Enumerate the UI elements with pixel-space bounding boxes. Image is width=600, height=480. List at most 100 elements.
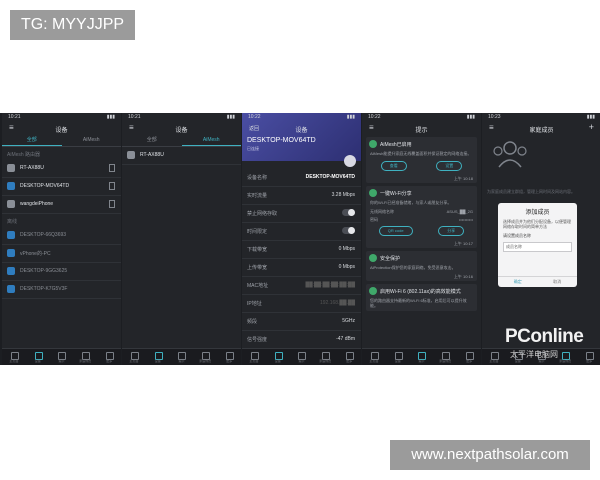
cancel-button[interactable]: 取消 <box>538 277 578 287</box>
card-text: 你的Wi-Fi已经准备就绪，与家人或朋友分享。 <box>370 200 452 205</box>
card-title: 一键Wi-Fi分享 <box>380 190 412 197</box>
add-member-dialog: 添加成员 选择成员并为他们分配设备，以便管理网络存取时间的简单方法 请设置成员名… <box>498 203 577 287</box>
wifi-share-icon <box>369 189 377 197</box>
phone-icon <box>109 182 115 190</box>
card-time: 上午 10:17 <box>453 241 473 246</box>
schedule-toggle[interactable] <box>342 227 355 234</box>
nav-label: 更多 <box>586 359 593 363</box>
computer-icon <box>7 182 15 190</box>
nav-home[interactable]: 主页面 <box>482 349 506 365</box>
nav-more[interactable]: 更多 <box>577 349 600 365</box>
tab-aimesh[interactable]: AiMesh <box>181 134 241 146</box>
header: 返回 设备 <box>242 122 361 134</box>
nav-label: 家庭成员 <box>439 359 452 363</box>
dialog-desc: 选择成员并为他们分配设备，以便管理网络存取时间的简单方法 <box>503 219 571 229</box>
page-title: 设备 <box>55 128 68 134</box>
computer-icon <box>7 267 15 275</box>
status-bar: 10:21 ▮▮▮ <box>2 113 121 122</box>
nav-label: 主页面 <box>129 359 139 363</box>
nav-more[interactable]: 更多 <box>457 349 481 365</box>
nav-label: 提示 <box>178 359 185 363</box>
header: ≡ 设备 <box>122 122 241 135</box>
nav-alerts[interactable]: 提示 <box>410 349 434 365</box>
row-value: DESKTOP-MOV64TD <box>305 174 355 180</box>
device-row[interactable]: DESKTOP-9GG3625 <box>2 263 121 281</box>
row-value: -47 dBm <box>336 336 355 342</box>
tab-all[interactable]: 全部 <box>122 134 182 146</box>
device-row[interactable]: DESKTOP-K7G5V3F <box>2 281 121 299</box>
family-avatar-icon <box>493 141 527 168</box>
card-title: 安全保护 <box>380 255 401 262</box>
block-toggle[interactable] <box>342 209 355 216</box>
tab-aimesh[interactable]: AiMesh <box>62 134 122 146</box>
nav-devices[interactable]: 设备 <box>26 349 50 365</box>
card-title: 启用Wi-Fi 6 (802.11ax)的高效能模式 <box>380 288 461 295</box>
card-text: AiProtection保护您的家庭网络，免受恶意攻击。 <box>370 265 456 270</box>
nav-home[interactable]: 主页面 <box>242 349 266 365</box>
phone-screen-devices: 10:21 ▮▮▮ ≡ 设备 全部 AiMesh AiMesh 路由器 RT-AX… <box>2 113 121 365</box>
nav-more[interactable]: 更多 <box>217 349 241 365</box>
nav-family[interactable]: 家庭成员 <box>73 349 97 365</box>
detail-row[interactable]: 设备名称 DESKTOP-MOV64TD <box>242 169 361 187</box>
row-label: 频段 <box>247 319 258 325</box>
settings-button[interactable]: 设置 <box>436 161 463 171</box>
member-name-input[interactable]: 成员名称 <box>503 242 572 252</box>
nav-label: 设备 <box>394 359 401 363</box>
wifi-icon <box>369 287 377 295</box>
nav-home[interactable]: 主页面 <box>2 349 26 365</box>
dialog-title: 添加成员 <box>525 210 550 216</box>
view-button[interactable]: 查看 <box>380 161 407 171</box>
phone-screen-aimesh: 10:21 ▮▮▮ ≡ 设备 全部 AiMesh RT-AX88U 主页面 设备 … <box>122 113 241 365</box>
nav-more[interactable]: 更多 <box>97 349 121 365</box>
row-label: MAC地址 <box>247 283 269 289</box>
nav-family[interactable]: 家庭成员 <box>193 349 217 365</box>
detail-row: 频段 5GHz <box>242 313 361 331</box>
card-text: 您的路由器支持最新的Wi-Fi 6标准，启用后可以提升效能。 <box>370 298 467 308</box>
nav-devices[interactable]: 设备 <box>386 349 410 365</box>
device-row[interactable]: RT-AX88U <box>122 147 241 165</box>
card-title: AiMesh已启用 <box>380 141 412 148</box>
confirm-button[interactable]: 确定 <box>498 277 538 287</box>
header: ≡ 家庭成员 + <box>482 122 600 135</box>
nav-alerts[interactable]: 提示 <box>50 349 74 365</box>
device-row[interactable]: RT-AX88U <box>2 160 121 178</box>
nav-label: 提示 <box>298 359 305 363</box>
device-row[interactable]: wangdeiPhone <box>2 196 121 214</box>
nav-alerts[interactable]: 提示 <box>290 349 314 365</box>
add-member-icon[interactable]: + <box>589 123 594 132</box>
status-time: 10:21 <box>128 114 141 120</box>
detail-row: MAC地址 ██:██:██:██:██:██ <box>242 277 361 295</box>
status-time: 10:21 <box>8 114 21 120</box>
page-title: 设备 <box>295 128 308 134</box>
device-row[interactable]: DESKTOP-MOV64TD <box>2 178 121 196</box>
phone-icon <box>109 200 115 208</box>
nav-family[interactable]: 家庭成员 <box>433 349 457 365</box>
camera-icon[interactable] <box>344 155 356 167</box>
nav-home[interactable]: 主页面 <box>122 349 146 365</box>
nav-devices[interactable]: 设备 <box>266 349 290 365</box>
nav-home[interactable]: 主页面 <box>362 349 386 365</box>
nav-more[interactable]: 更多 <box>337 349 361 365</box>
row-value: 5GHz <box>342 318 355 324</box>
nav-family[interactable]: 家庭成员 <box>313 349 337 365</box>
alert-card: 安全保护 AiProtection保护您的家庭网络，免受恶意攻击。 上午 10:… <box>366 251 477 281</box>
row-label: 禁止网络存取 <box>247 211 278 217</box>
share-button[interactable]: 分享 <box>438 226 465 236</box>
device-row[interactable]: vPhone的-PC <box>2 245 121 263</box>
tab-bar: 全部 AiMesh <box>2 134 121 147</box>
qr-code-button[interactable]: QR code <box>378 226 413 236</box>
watermark-bottom: www.nextpathsolar.com <box>390 440 590 470</box>
nav-alerts[interactable]: 提示 <box>170 349 194 365</box>
row-label: 信号强度 <box>247 337 268 343</box>
status-bar: 10:22 ▮▮▮ <box>242 113 361 122</box>
status-bar: 10:21 ▮▮▮ <box>122 113 241 122</box>
nav-label: 主页面 <box>9 359 19 363</box>
device-name: wangdeiPhone <box>20 201 54 207</box>
nav-label: 主页面 <box>249 359 259 363</box>
field-value: •••••••••• <box>458 217 473 222</box>
nav-devices[interactable]: 设备 <box>146 349 170 365</box>
tab-all[interactable]: 全部 <box>2 134 62 146</box>
device-title: DESKTOP-MOV64TD <box>247 137 316 144</box>
phone-icon <box>7 200 15 208</box>
device-row[interactable]: DESKTOP-66Q3693 <box>2 227 121 245</box>
